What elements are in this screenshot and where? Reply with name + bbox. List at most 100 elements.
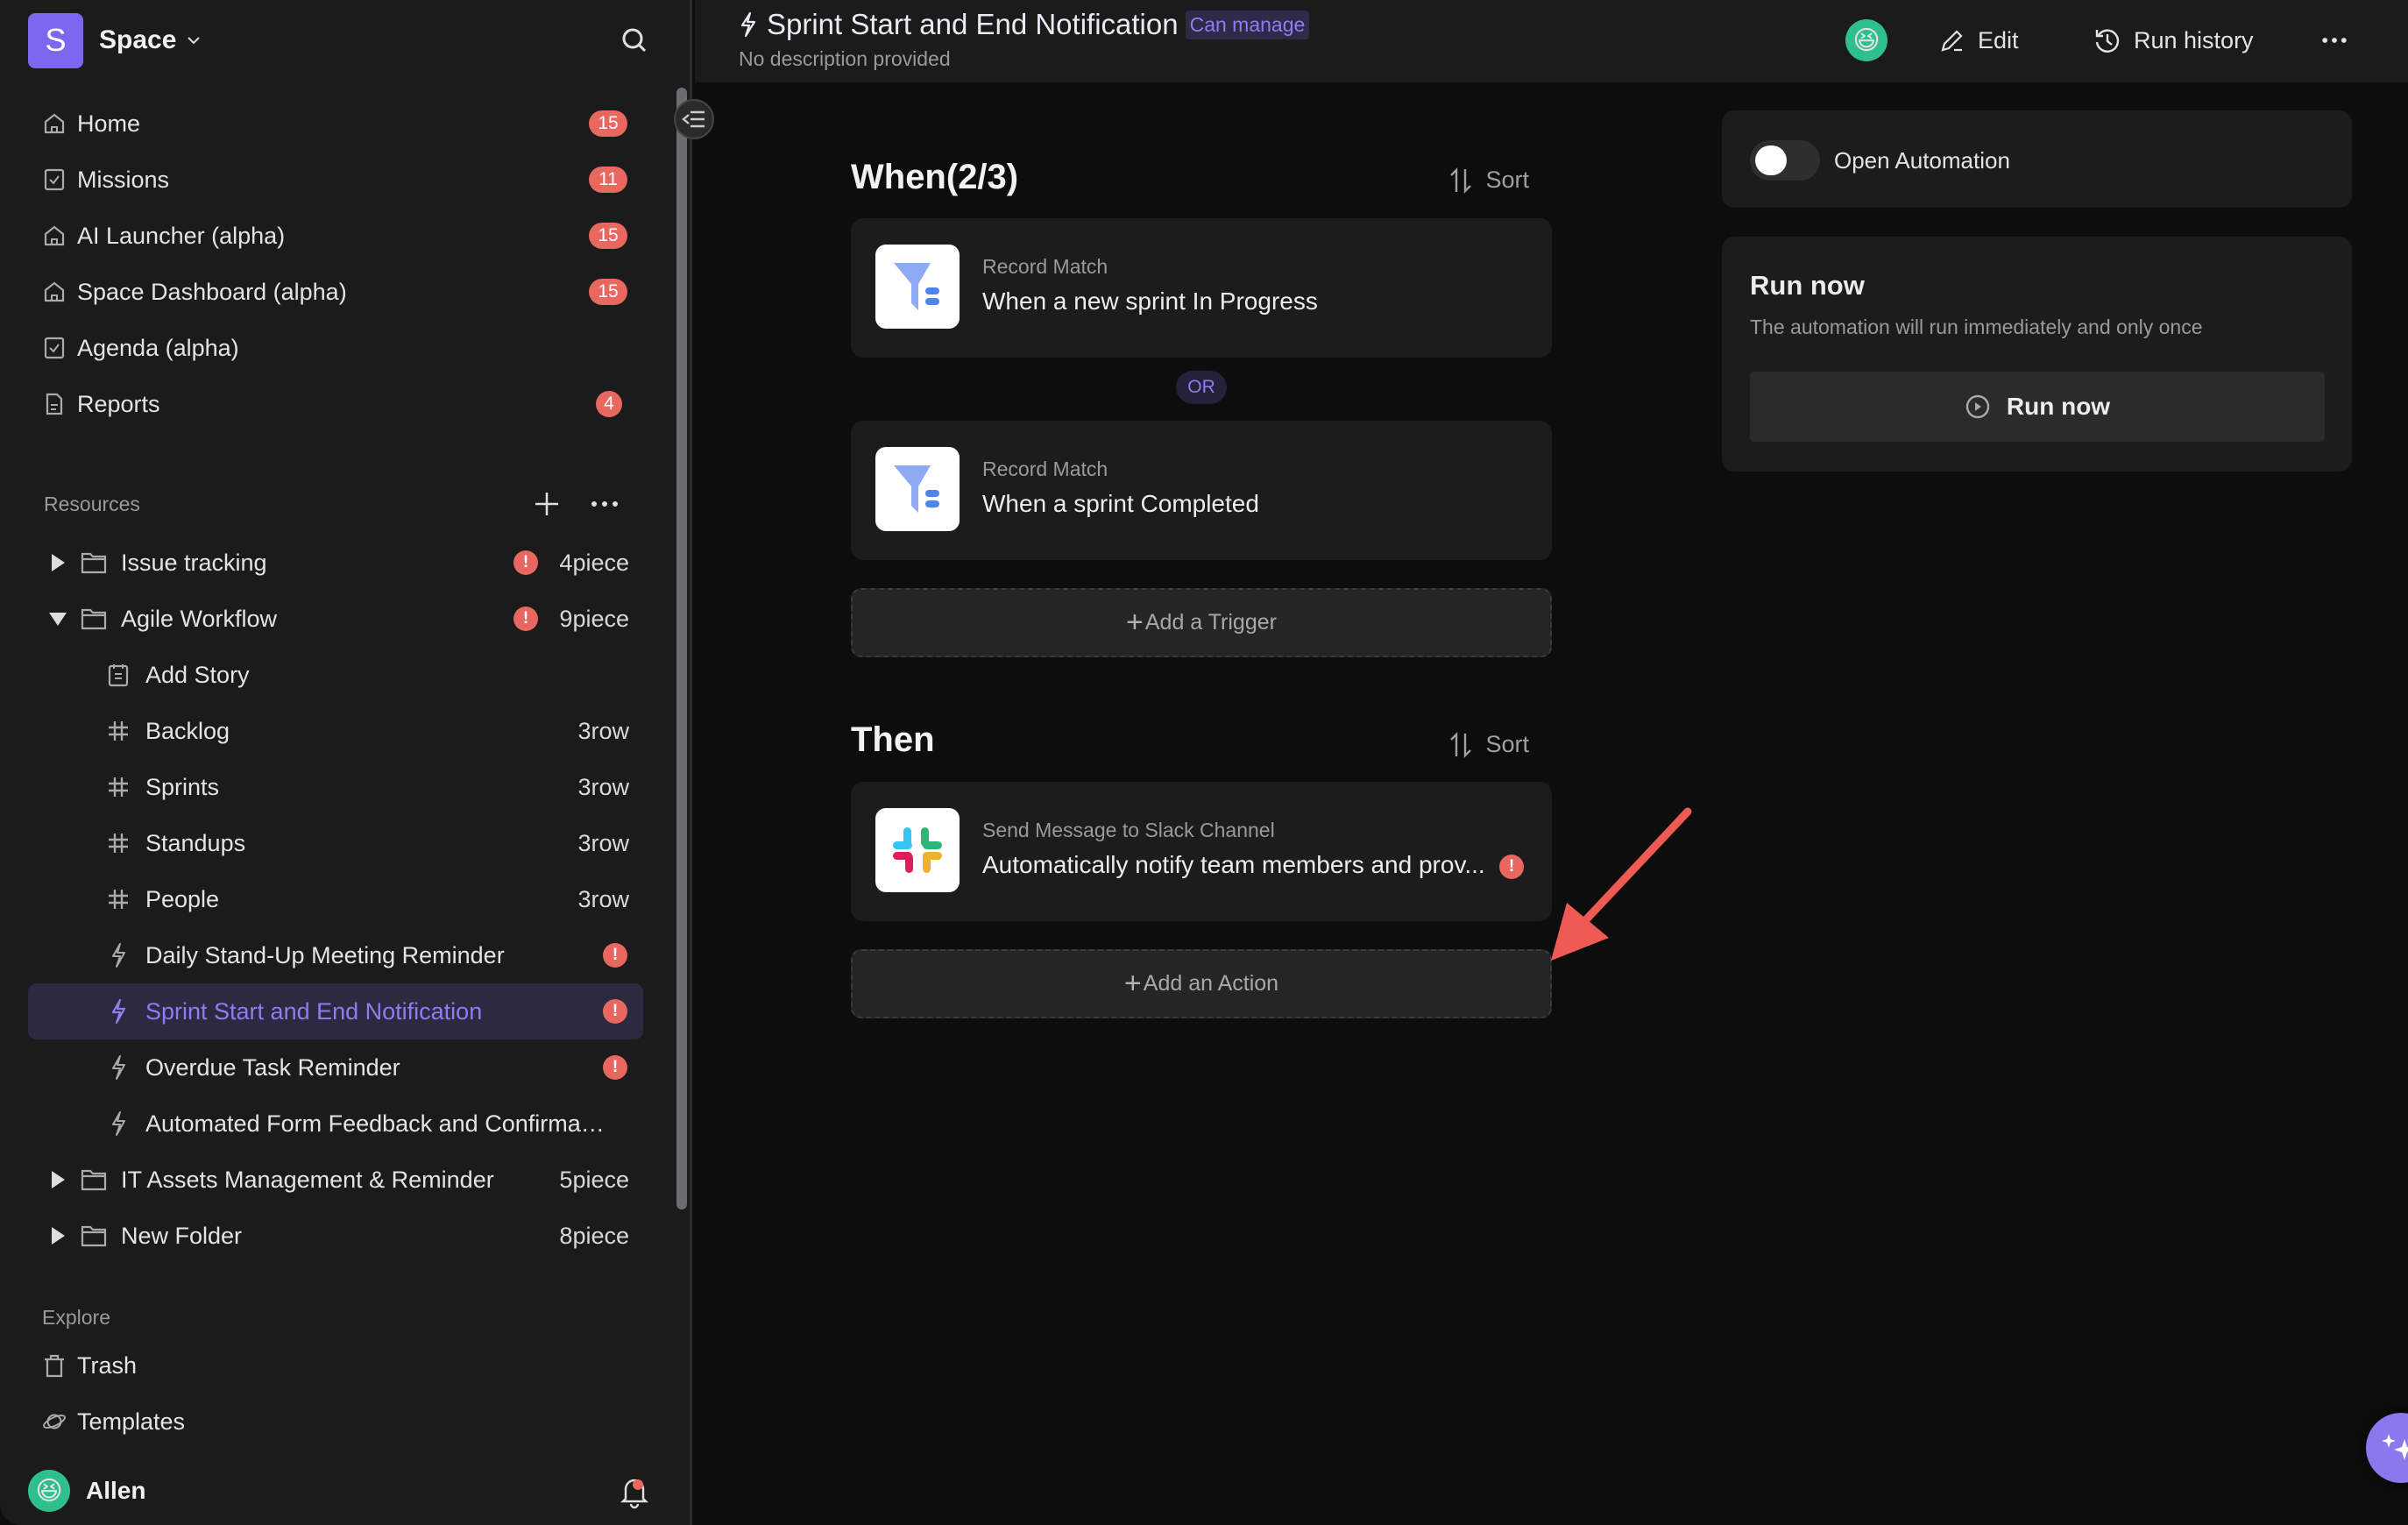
run-now-description: The automation will run immediately and … <box>1750 316 2203 338</box>
warning-icon: ! <box>603 1055 627 1080</box>
automation-bolt-icon <box>105 1110 131 1137</box>
planet-icon <box>42 1409 67 1434</box>
folder-icon <box>81 550 109 575</box>
tree-item-automated-form-feedback[interactable]: Automated Form Feedback and Confirma… <box>28 1096 643 1152</box>
collapse-sidebar-button[interactable] <box>674 99 714 139</box>
sort-icon <box>1450 731 1472 758</box>
tree-folder-issue-tracking[interactable]: Issue tracking ! 4piece <box>28 535 643 591</box>
user-name: Allen <box>86 1477 146 1504</box>
caret-right-icon[interactable] <box>47 1225 68 1246</box>
warning-icon: ! <box>603 999 627 1024</box>
run-history-button[interactable]: Run history <box>2093 21 2254 60</box>
item-count: 9piece <box>559 605 629 632</box>
add-action-label: Add an Action <box>1143 971 1279 996</box>
play-circle-icon <box>1965 394 1990 419</box>
caret-down-icon[interactable] <box>47 608 68 629</box>
home-icon <box>42 111 67 136</box>
tree-label: Agile Workflow <box>121 605 278 632</box>
tree-item-backlog[interactable]: Backlog 3row <box>28 703 643 759</box>
sidebar-item-home[interactable]: Home 15 <box>28 96 641 152</box>
plus-icon: + <box>1123 967 1142 1000</box>
datasheet-hash-icon <box>105 886 131 912</box>
sidebar-item-agenda[interactable]: Agenda (alpha) <box>28 320 641 376</box>
sidebar-item-label: Home <box>77 110 141 137</box>
caret-right-icon[interactable] <box>47 1169 68 1190</box>
sidebar-item-space-dashboard[interactable]: Space Dashboard (alpha) 15 <box>28 264 641 320</box>
more-options-button[interactable] <box>2321 21 2360 60</box>
edit-label: Edit <box>1978 26 2019 53</box>
sort-label: Sort <box>1485 731 1529 757</box>
tree-folder-new-folder[interactable]: New Folder 8piece <box>28 1208 643 1264</box>
tree-item-people[interactable]: People 3row <box>28 871 643 927</box>
sidebar-item-label: Templates <box>77 1408 186 1435</box>
automation-bolt-icon <box>105 998 131 1025</box>
app-window: S Space Home 15 Missions 11 AI Launcher … <box>0 0 2408 1525</box>
datasheet-hash-icon <box>105 718 131 744</box>
open-automation-toggle[interactable] <box>1750 140 1820 181</box>
count-badge: 15 <box>589 279 627 305</box>
tree-item-daily-standup-reminder[interactable]: Daily Stand-Up Meeting Reminder ! <box>28 927 643 983</box>
item-count: 8piece <box>559 1222 629 1249</box>
automation-bolt-icon <box>740 11 756 38</box>
sidebar-scrollbar[interactable] <box>676 88 687 1209</box>
page-title[interactable]: Sprint Start and End Notification <box>767 8 1179 41</box>
scrollbar-thumb[interactable] <box>676 88 687 1209</box>
search-icon[interactable] <box>619 25 650 56</box>
or-connector: OR <box>1176 371 1227 404</box>
ai-assistant-button[interactable] <box>2366 1413 2408 1483</box>
edit-button[interactable]: Edit <box>1939 21 2019 60</box>
tree-folder-agile-workflow[interactable]: Agile Workflow ! 9piece <box>28 591 643 647</box>
warning-icon: ! <box>1499 855 1524 879</box>
when-sort-button[interactable]: Sort <box>1448 167 1529 194</box>
run-now-button[interactable]: Run now <box>1750 372 2325 442</box>
tree-item-sprints[interactable]: Sprints 3row <box>28 759 643 815</box>
run-history-label: Run history <box>2134 26 2254 53</box>
automation-status-card: Open Automation <box>1722 110 2352 208</box>
add-resource-icon[interactable] <box>533 490 561 518</box>
title-row: Sprint Start and End Notification Can ma… <box>739 8 1310 41</box>
sidebar-item-missions[interactable]: Missions 11 <box>28 152 641 208</box>
action-card[interactable]: Send Message to Slack Channel Automatica… <box>851 782 1552 921</box>
notification-dot <box>633 1479 643 1490</box>
plus-icon: + <box>1126 606 1144 639</box>
sidebar-item-templates[interactable]: Templates <box>28 1394 641 1450</box>
count-badge: 15 <box>589 223 627 249</box>
more-icon[interactable] <box>587 490 622 518</box>
chevron-down-icon <box>188 37 201 45</box>
trigger-card[interactable]: Record Match When a sprint Completed <box>851 421 1552 560</box>
automation-bolt-icon <box>105 942 131 968</box>
toggle-knob <box>1755 145 1787 175</box>
sidebar-item-label: Trash <box>77 1351 138 1379</box>
home-icon <box>42 223 67 248</box>
tree-folder-it-assets[interactable]: IT Assets Management & Reminder 5piece <box>28 1152 643 1208</box>
sidebar-item-reports[interactable]: Reports 4 <box>28 376 641 432</box>
tree-item-overdue-task-reminder[interactable]: Overdue Task Reminder ! <box>28 1039 643 1096</box>
then-sort-button[interactable]: Sort <box>1448 731 1529 758</box>
space-switcher[interactable]: S Space <box>28 12 202 68</box>
collaborator-avatar[interactable]: 😆 <box>1845 19 1887 61</box>
tree-label: IT Assets Management & Reminder <box>121 1166 494 1193</box>
tree-item-add-story[interactable]: Add Story <box>28 647 643 703</box>
caret-right-icon[interactable] <box>47 552 68 573</box>
add-trigger-button[interactable]: + Add a Trigger <box>851 588 1552 657</box>
trigger-card[interactable]: Record Match When a new sprint In Progre… <box>851 218 1552 358</box>
user-profile[interactable]: 😆 Allen <box>28 1467 659 1514</box>
page-description[interactable]: No description provided <box>739 47 951 71</box>
tree-item-sprint-start-end-notification[interactable]: Sprint Start and End Notification ! <box>28 983 643 1039</box>
page-header: Sprint Start and End Notification Can ma… <box>695 0 2408 82</box>
when-section-title: When(2/3) <box>851 158 1019 196</box>
user-avatar: 😆 <box>28 1470 70 1512</box>
resources-header: Resources <box>44 486 622 521</box>
tree-label: Issue tracking <box>121 549 267 576</box>
home-icon <box>42 280 67 304</box>
tree-item-standups[interactable]: Standups 3row <box>28 815 643 871</box>
trash-icon <box>42 1353 67 1378</box>
action-kind: Send Message to Slack Channel <box>982 819 1275 841</box>
notifications-button[interactable] <box>619 1474 650 1509</box>
sidebar-item-trash[interactable]: Trash <box>28 1337 641 1394</box>
sidebar-item-ai-launcher[interactable]: AI Launcher (alpha) 15 <box>28 208 641 264</box>
space-logo: S <box>28 12 83 68</box>
row-count: 3row <box>577 829 629 856</box>
add-action-button[interactable]: + Add an Action <box>851 949 1552 1018</box>
tree-label: Automated Form Feedback and Confirma… <box>145 1110 605 1137</box>
